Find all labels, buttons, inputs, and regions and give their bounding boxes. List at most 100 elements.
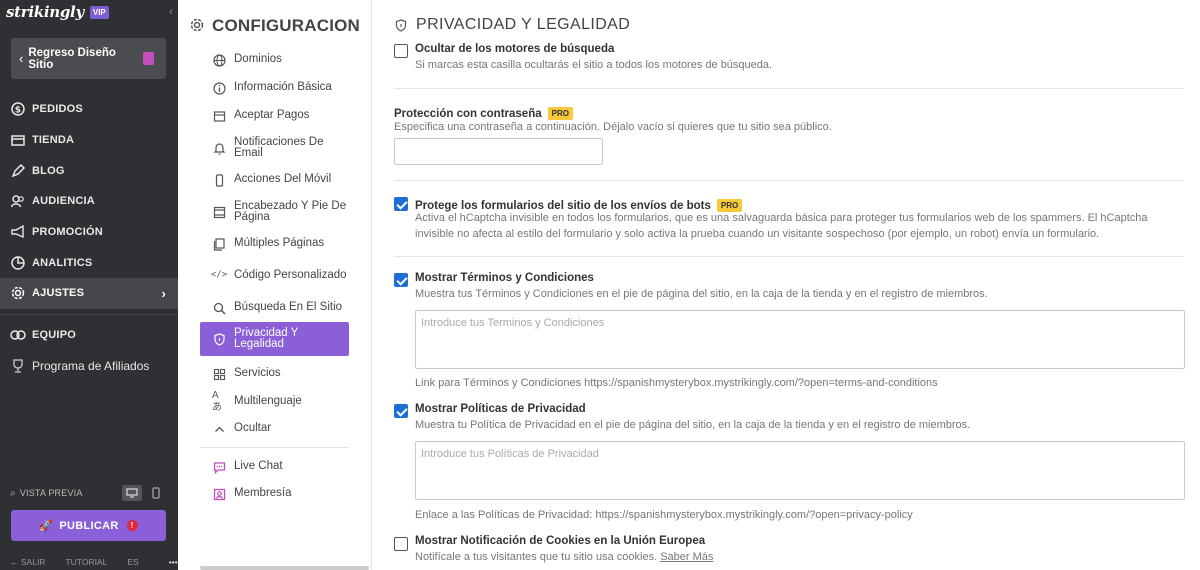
learn-more-link[interactable]: Saber Más (660, 551, 713, 563)
menu-item-pagos[interactable]: Aceptar Pagos (200, 102, 349, 130)
privacy-desc: Muestra tu Política de Privacidad en el … (415, 419, 971, 431)
settings-menu: CONFIGURACION Dominios Información Básic… (178, 0, 372, 570)
sidebar-nav: $ PEDIDOS TIENDA BLOG AUDIENCIA PROMOCIÓ… (0, 94, 178, 381)
main-sidebar: strikingly VIP ‹ ‹ Regreso Diseño Sitio … (0, 0, 178, 570)
chevron-right-icon: › (161, 285, 166, 301)
settings-menu-list: Dominios Información Básica Aceptar Pago… (200, 46, 349, 506)
password-desc: Especifica una contraseña a continuación… (394, 121, 832, 133)
collapse-sidebar-icon[interactable]: ‹ (169, 4, 173, 18)
terms-link[interactable]: Link para Términos y Condiciones https:/… (415, 377, 938, 389)
menu-item-label: Código Personalizado (234, 269, 347, 282)
sidebar-item-afiliados[interactable]: Programa de Afiliados (0, 351, 178, 382)
menu-item-label: Privacidad Y Legalidad (234, 326, 299, 350)
more-icon[interactable]: ••• (169, 557, 178, 567)
divider (0, 313, 178, 315)
preview-label: VISTA PREVIA (19, 488, 83, 498)
globe-icon (212, 53, 226, 67)
member-icon (212, 487, 226, 501)
people-icon (10, 193, 26, 209)
language-link[interactable]: ES (127, 557, 138, 567)
team-icon (10, 327, 26, 343)
menu-item-dominios[interactable]: Dominios (200, 46, 349, 74)
divider (394, 256, 1184, 257)
menu-item-notificaciones[interactable]: Notificaciones De Email (200, 130, 349, 166)
menu-item-label: Aceptar Pagos (234, 109, 310, 122)
exit-link[interactable]: ← SALIR (10, 557, 45, 567)
menu-item-label: Encabezado Y Pie De Página (234, 199, 347, 223)
sidebar-item-tienda[interactable]: TIENDA (0, 125, 178, 156)
privacy-section: Mostrar Políticas de Privacidad Muestra … (394, 403, 1184, 433)
cookies-label: Mostrar Notificación de Cookies en la Un… (415, 535, 706, 547)
dollar-icon: $ (10, 101, 26, 117)
terms-textarea[interactable]: Introduce tus Terminos y Condiciones (415, 310, 1185, 369)
settings-title: CONFIGURACION (212, 16, 361, 35)
menu-item-busqueda[interactable]: Búsqueda En El Sitio (200, 294, 349, 322)
terms-checkbox[interactable] (394, 273, 408, 287)
sidebar-item-pedidos[interactable]: $ PEDIDOS (0, 94, 178, 125)
sidebar-item-analitics[interactable]: ANALITICS (0, 247, 178, 278)
alert-icon: ! (126, 520, 138, 531)
menu-item-multilenguaje[interactable]: Aあ Multilenguaje (200, 388, 349, 415)
logo-row: strikingly VIP (0, 0, 178, 24)
code-icon: </> (210, 270, 228, 281)
menu-item-ocultar[interactable]: Ocultar (200, 415, 349, 443)
tutorial-link[interactable]: TUTORIAL (65, 557, 107, 567)
divider (200, 447, 349, 448)
sidebar-item-audiencia[interactable]: AUDIENCIA (0, 186, 178, 217)
page-title: PRIVACIDAD Y LEGALIDAD (416, 16, 631, 33)
back-button-label: Regreso Diseño Sitio (28, 46, 116, 71)
payment-icon (212, 109, 226, 123)
sidebar-item-label: AJUSTES (32, 287, 85, 300)
sidebar-item-ajustes[interactable]: AJUSTES › (0, 278, 178, 309)
sidebar-item-equipo[interactable]: EQUIPO (0, 320, 178, 351)
search-icon (212, 301, 226, 315)
menu-item-live-chat[interactable]: Live Chat (200, 452, 349, 482)
menu-item-label: Membresía (234, 487, 292, 500)
megaphone-icon (10, 224, 26, 240)
hide-search-checkbox[interactable] (394, 44, 408, 58)
terms-desc: Muestra tus Términos y Condiciones en el… (415, 288, 988, 300)
menu-item-label: Dominios (234, 53, 282, 66)
menu-item-encabezado[interactable]: Encabezado Y Pie De Página (200, 194, 349, 230)
chevron-left-icon: ‹ (19, 51, 24, 66)
menu-item-paginas[interactable]: Múltiples Páginas (200, 230, 349, 258)
password-field[interactable] (394, 138, 603, 165)
pen-icon (10, 163, 26, 179)
divider (394, 180, 1184, 181)
publish-button[interactable]: 🚀 PUBLICAR ! (11, 510, 166, 541)
device-toggle (122, 485, 166, 501)
menu-item-membresia[interactable]: Membresía (200, 482, 349, 506)
bots-desc: Activa el hCaptcha invisible en todos lo… (415, 212, 1148, 240)
desktop-icon[interactable] (122, 485, 142, 501)
sidebar-item-blog[interactable]: BLOG (0, 155, 178, 186)
publish-label: PUBLICAR (59, 519, 119, 532)
cookies-checkbox[interactable] (394, 537, 408, 551)
sidebar-item-label: TIENDA (32, 134, 75, 147)
menu-item-informacion[interactable]: Información Básica (200, 74, 349, 102)
sidebar-item-promocion[interactable]: PROMOCIÓN (0, 217, 178, 248)
menu-item-privacidad[interactable]: Privacidad Y Legalidad (200, 322, 349, 356)
hide-search-label: Ocultar de los motores de búsqueda (415, 43, 615, 55)
shield-icon (212, 332, 226, 346)
menu-item-label: Servicios (234, 367, 281, 380)
back-to-design-button[interactable]: ‹ Regreso Diseño Sitio (11, 38, 166, 79)
menu-item-movil[interactable]: Acciones Del Móvil (200, 166, 349, 194)
menu-item-label: Información Básica (234, 81, 332, 94)
privacy-checkbox[interactable] (394, 404, 408, 418)
privacy-link[interactable]: Enlace a las Políticas de Privacidad: ht… (415, 509, 913, 521)
cookies-desc: Notifícale a tus visitantes que tu sitio… (415, 551, 658, 563)
privacy-textarea[interactable]: Introduce tus Políticas de Privacidad (415, 441, 1185, 500)
menu-item-codigo[interactable]: </> Código Personalizado (200, 258, 349, 294)
menu-item-label: Acciones Del Móvil (234, 173, 332, 186)
sidebar-item-label: PEDIDOS (32, 103, 83, 116)
app-window: strikingly VIP ‹ ‹ Regreso Diseño Sitio … (0, 0, 1200, 570)
gear-icon (190, 18, 204, 37)
bots-checkbox[interactable] (394, 197, 408, 211)
menu-item-label: Live Chat (234, 460, 283, 473)
menu-item-servicios[interactable]: Servicios (200, 360, 349, 388)
menu-item-label: Búsqueda En El Sitio (234, 301, 343, 314)
mobile-icon[interactable] (146, 485, 166, 501)
scrollbar[interactable] (200, 566, 369, 570)
pages-icon (212, 237, 226, 251)
logo: strikingly (6, 3, 84, 21)
